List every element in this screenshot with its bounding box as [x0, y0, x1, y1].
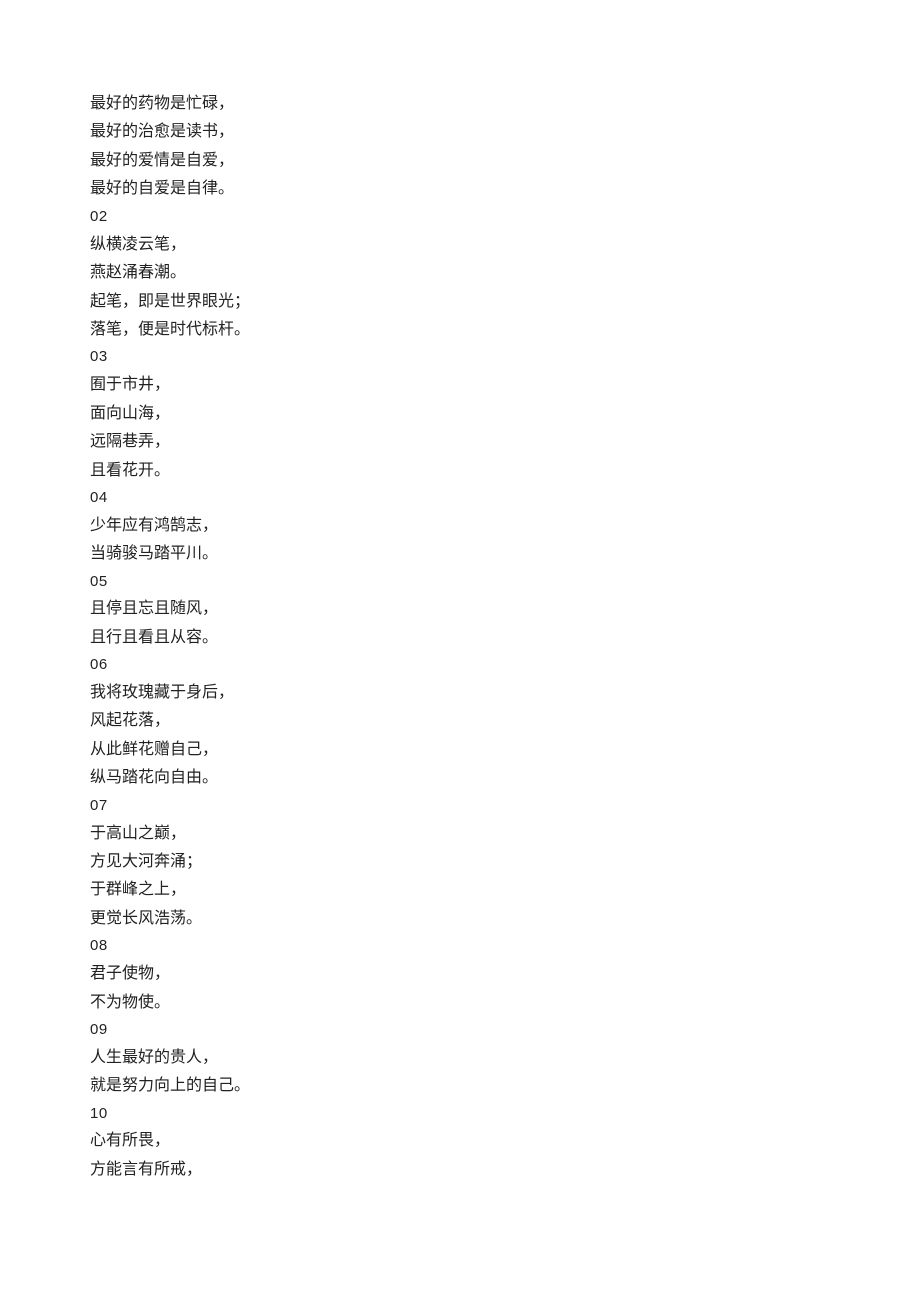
text-line: 风起花落， — [90, 707, 790, 735]
text-line: 于高山之巅， — [90, 820, 790, 848]
text-line: 02 — [90, 204, 790, 231]
text-line: 07 — [90, 793, 790, 820]
text-line: 从此鲜花赠自己， — [90, 736, 790, 764]
text-line: 人生最好的贵人， — [90, 1044, 790, 1072]
text-line: 最好的自爱是自律。 — [90, 175, 790, 203]
text-line: 04 — [90, 485, 790, 512]
text-line: 纵横凌云笔， — [90, 231, 790, 259]
text-line: 且看花开。 — [90, 457, 790, 485]
text-line: 更觉长风浩荡。 — [90, 905, 790, 933]
text-line: 03 — [90, 344, 790, 371]
text-line: 起笔，即是世界眼光； — [90, 288, 790, 316]
text-line: 于群峰之上， — [90, 876, 790, 904]
text-line: 08 — [90, 933, 790, 960]
text-line: 方见大河奔涌； — [90, 848, 790, 876]
text-line: 06 — [90, 652, 790, 679]
text-line: 落笔，便是时代标杆。 — [90, 316, 790, 344]
text-line: 君子使物， — [90, 960, 790, 988]
text-line: 纵马踏花向自由。 — [90, 764, 790, 792]
text-line: 心有所畏， — [90, 1127, 790, 1155]
text-line: 10 — [90, 1101, 790, 1128]
text-line: 囿于市井， — [90, 371, 790, 399]
text-line: 面向山海， — [90, 400, 790, 428]
text-line: 燕赵涌春潮。 — [90, 259, 790, 287]
document-body: 最好的药物是忙碌，最好的治愈是读书，最好的爱情是自爱，最好的自爱是自律。02纵横… — [90, 90, 790, 1184]
text-line: 当骑骏马踏平川。 — [90, 540, 790, 568]
text-line: 且停且忘且随风， — [90, 595, 790, 623]
text-line: 05 — [90, 569, 790, 596]
text-line: 不为物使。 — [90, 989, 790, 1017]
text-line: 最好的治愈是读书， — [90, 118, 790, 146]
text-line: 就是努力向上的自己。 — [90, 1072, 790, 1100]
text-line: 方能言有所戒， — [90, 1156, 790, 1184]
text-line: 远隔巷弄， — [90, 428, 790, 456]
text-line: 少年应有鸿鹄志， — [90, 512, 790, 540]
text-line: 且行且看且从容。 — [90, 624, 790, 652]
text-line: 最好的药物是忙碌， — [90, 90, 790, 118]
text-line: 最好的爱情是自爱， — [90, 147, 790, 175]
text-line: 09 — [90, 1017, 790, 1044]
text-line: 我将玫瑰藏于身后， — [90, 679, 790, 707]
